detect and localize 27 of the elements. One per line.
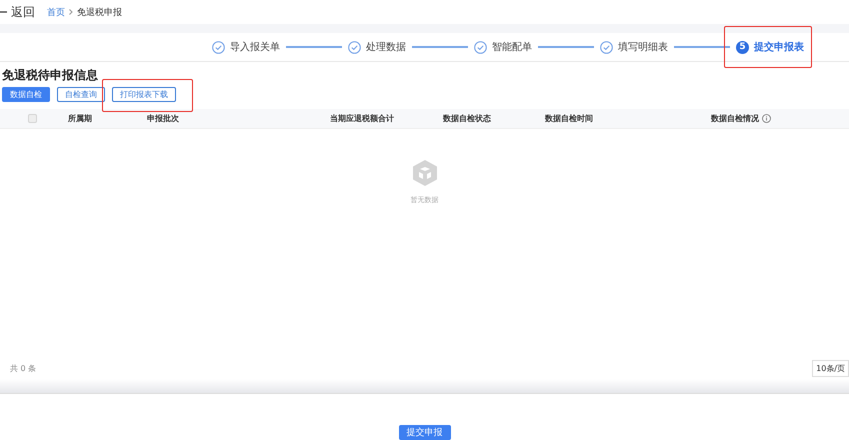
column-header: 申报批次 bbox=[147, 113, 179, 124]
step-label: 填写明细表 bbox=[618, 40, 668, 54]
dash-icon bbox=[0, 11, 7, 13]
total-count: 共 0 条 bbox=[10, 362, 36, 374]
step-label: 智能配单 bbox=[492, 40, 532, 54]
action-button[interactable]: 自检查询 bbox=[57, 87, 105, 102]
step-label: 提交申报表 bbox=[754, 40, 804, 54]
submit-button[interactable]: 提交申报 bbox=[398, 425, 450, 440]
step-label: 处理数据 bbox=[366, 40, 406, 54]
section-title: 免退税待申报信息 bbox=[1, 67, 99, 83]
column-header: 数据自检状态 bbox=[443, 113, 491, 124]
step-number: 5 bbox=[736, 40, 749, 54]
back-button[interactable]: 返回 bbox=[0, 4, 35, 20]
chevron-icon bbox=[69, 9, 73, 15]
select-all-checkbox[interactable] bbox=[28, 114, 37, 123]
empty-box-icon bbox=[412, 159, 438, 187]
info-icon bbox=[762, 114, 771, 123]
column-header: 数据自检情况 bbox=[711, 113, 759, 124]
action-button[interactable]: 打印报表下载 bbox=[112, 87, 176, 102]
column-header: 当期应退税额合计 bbox=[330, 113, 394, 124]
page-size-select[interactable]: 10条/页 bbox=[812, 360, 849, 376]
column-header: 所属期 bbox=[68, 113, 92, 124]
step-label: 导入报关单 bbox=[230, 40, 280, 54]
breadcrumb-link[interactable]: 首页 bbox=[47, 6, 65, 18]
action-button[interactable]: 数据自检 bbox=[2, 87, 50, 102]
column-header: 数据自检时间 bbox=[545, 113, 593, 124]
breadcrumb-current: 免退税申报 bbox=[77, 6, 122, 18]
